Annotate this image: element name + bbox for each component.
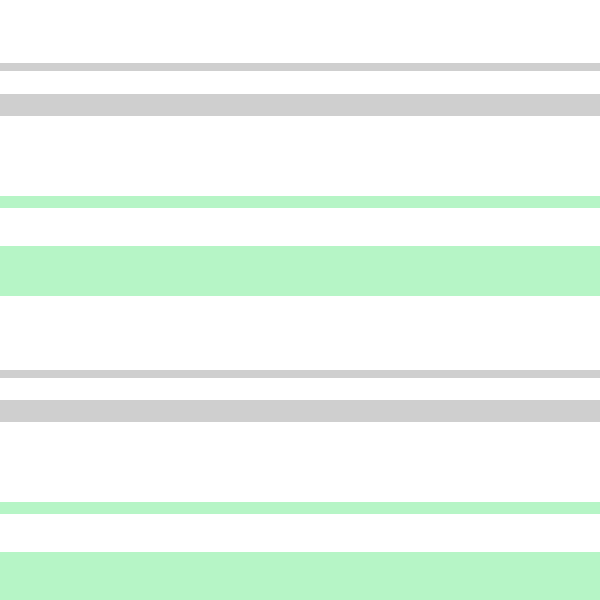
stripe-0 [0,63,600,71]
stripe-2 [0,196,600,208]
stripe-6 [0,502,600,514]
stripe-pattern [0,0,600,600]
stripe-7 [0,552,600,600]
stripe-4 [0,370,600,378]
stripe-5 [0,400,600,422]
stripe-3 [0,246,600,296]
stripe-1 [0,94,600,116]
